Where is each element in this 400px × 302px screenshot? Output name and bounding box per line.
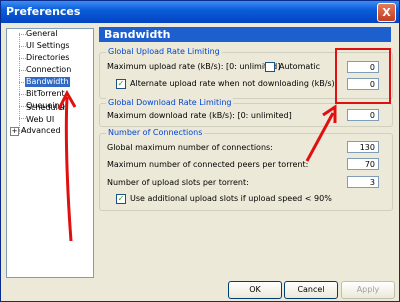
annotation-arrow-right	[305, 112, 335, 162]
annotation-arrow-left	[64, 96, 73, 242]
annotation-arrows	[57, 89, 337, 242]
preferences-window: Preferences X General UI Settings Direct…	[0, 0, 400, 302]
